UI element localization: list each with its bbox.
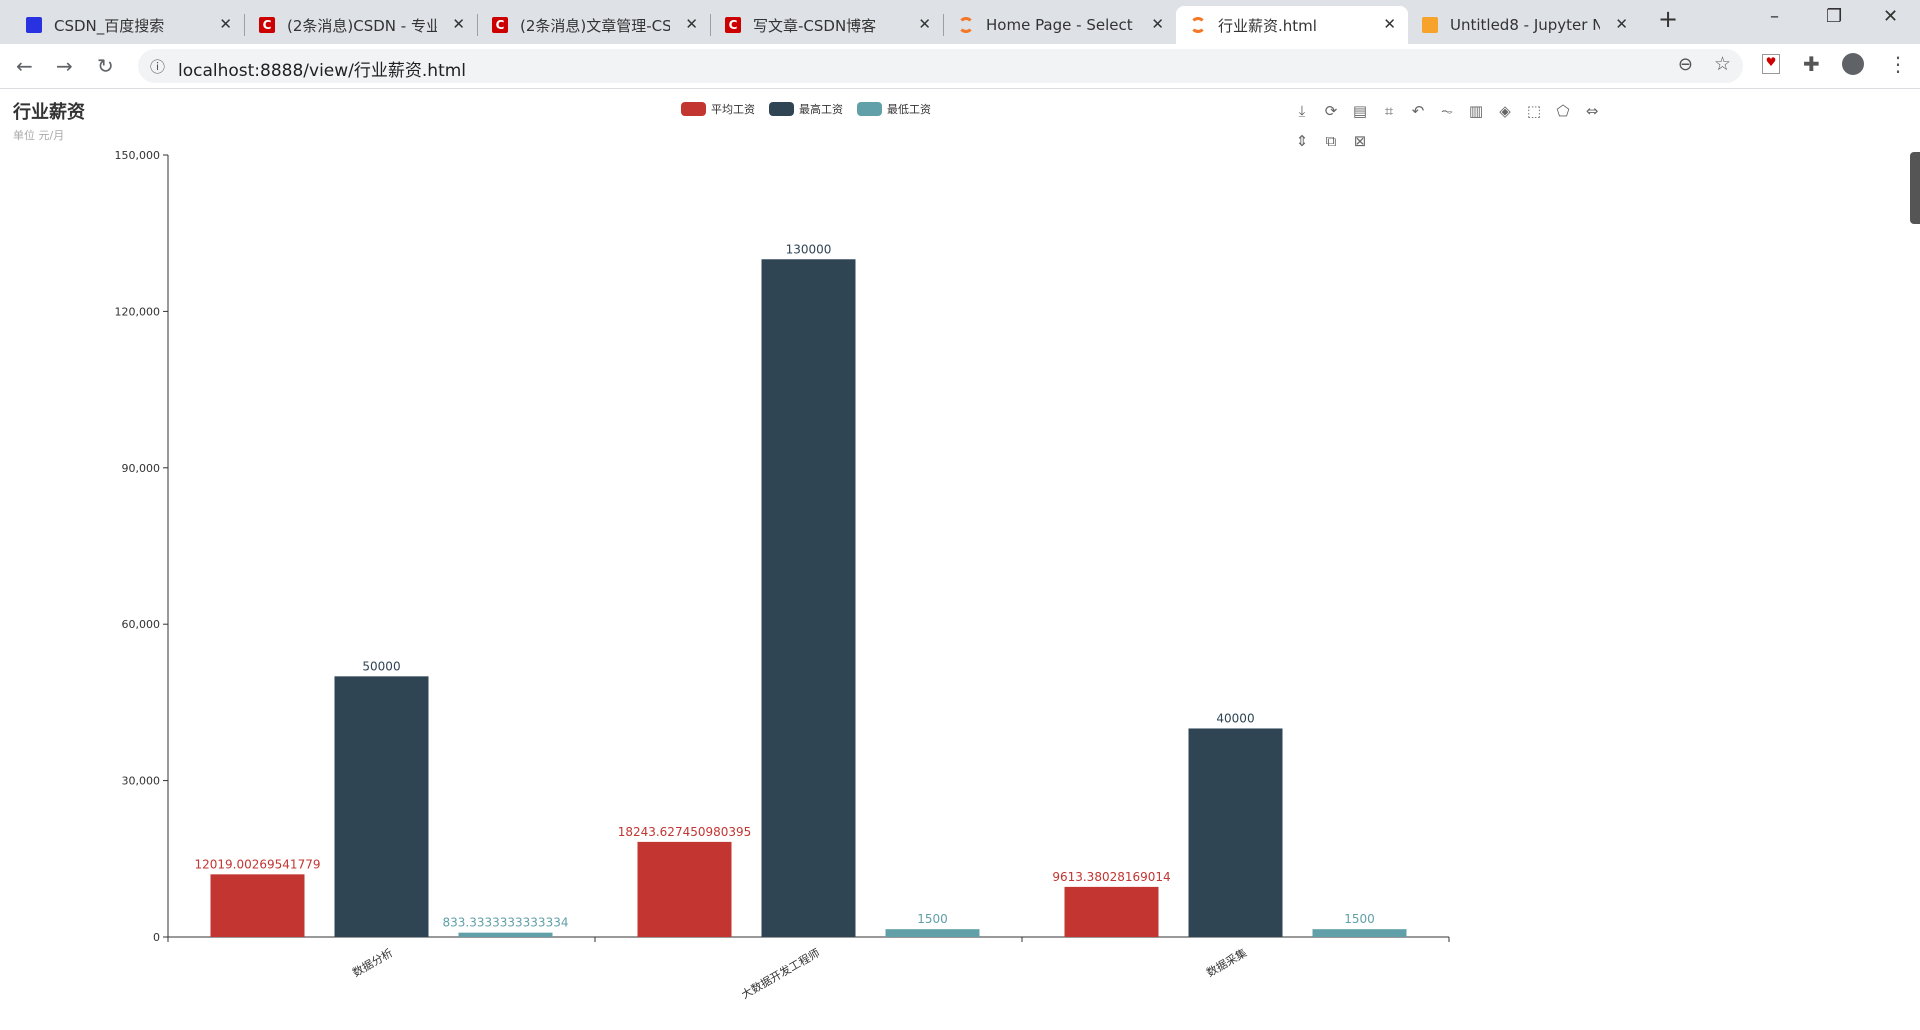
bar-value-label: 1500 (1344, 912, 1375, 926)
bar (637, 841, 732, 937)
bar-value-label: 833.3333333333334 (443, 916, 569, 930)
bar (458, 932, 553, 937)
bar-value-label: 40000 (1216, 711, 1254, 725)
y-tick-label: 150,000 (115, 149, 161, 162)
bar (1312, 929, 1407, 937)
y-tick-label: 0 (153, 931, 160, 944)
bar-value-label: 1500 (917, 912, 948, 926)
bar-value-label: 12019.00269541779 (195, 857, 321, 871)
bar (1188, 728, 1283, 937)
bar (210, 874, 305, 937)
bar-value-label: 9613.38028169014 (1052, 870, 1170, 884)
bar-value-label: 130000 (786, 242, 832, 256)
y-tick-label: 60,000 (122, 618, 161, 631)
y-tick-label: 90,000 (122, 462, 161, 475)
bar-value-label: 18243.627450980395 (618, 825, 752, 839)
bar (761, 259, 856, 937)
x-tick-label: 大数据开发工程师 (739, 945, 822, 1001)
bar (334, 676, 429, 937)
bar (885, 929, 980, 937)
x-tick-label: 数据采集 (1204, 945, 1249, 979)
bar (1064, 886, 1159, 937)
bar-chart: 0 30,000 60,000 90,000 120,000 150,000 数据分析 120… (115, 149, 1450, 1002)
y-tick-label: 30,000 (122, 775, 161, 788)
bar-value-label: 50000 (362, 659, 400, 673)
y-tick-label: 120,000 (115, 305, 161, 318)
x-tick-label: 数据分析 (350, 945, 395, 979)
side-widget[interactable] (1910, 152, 1920, 224)
